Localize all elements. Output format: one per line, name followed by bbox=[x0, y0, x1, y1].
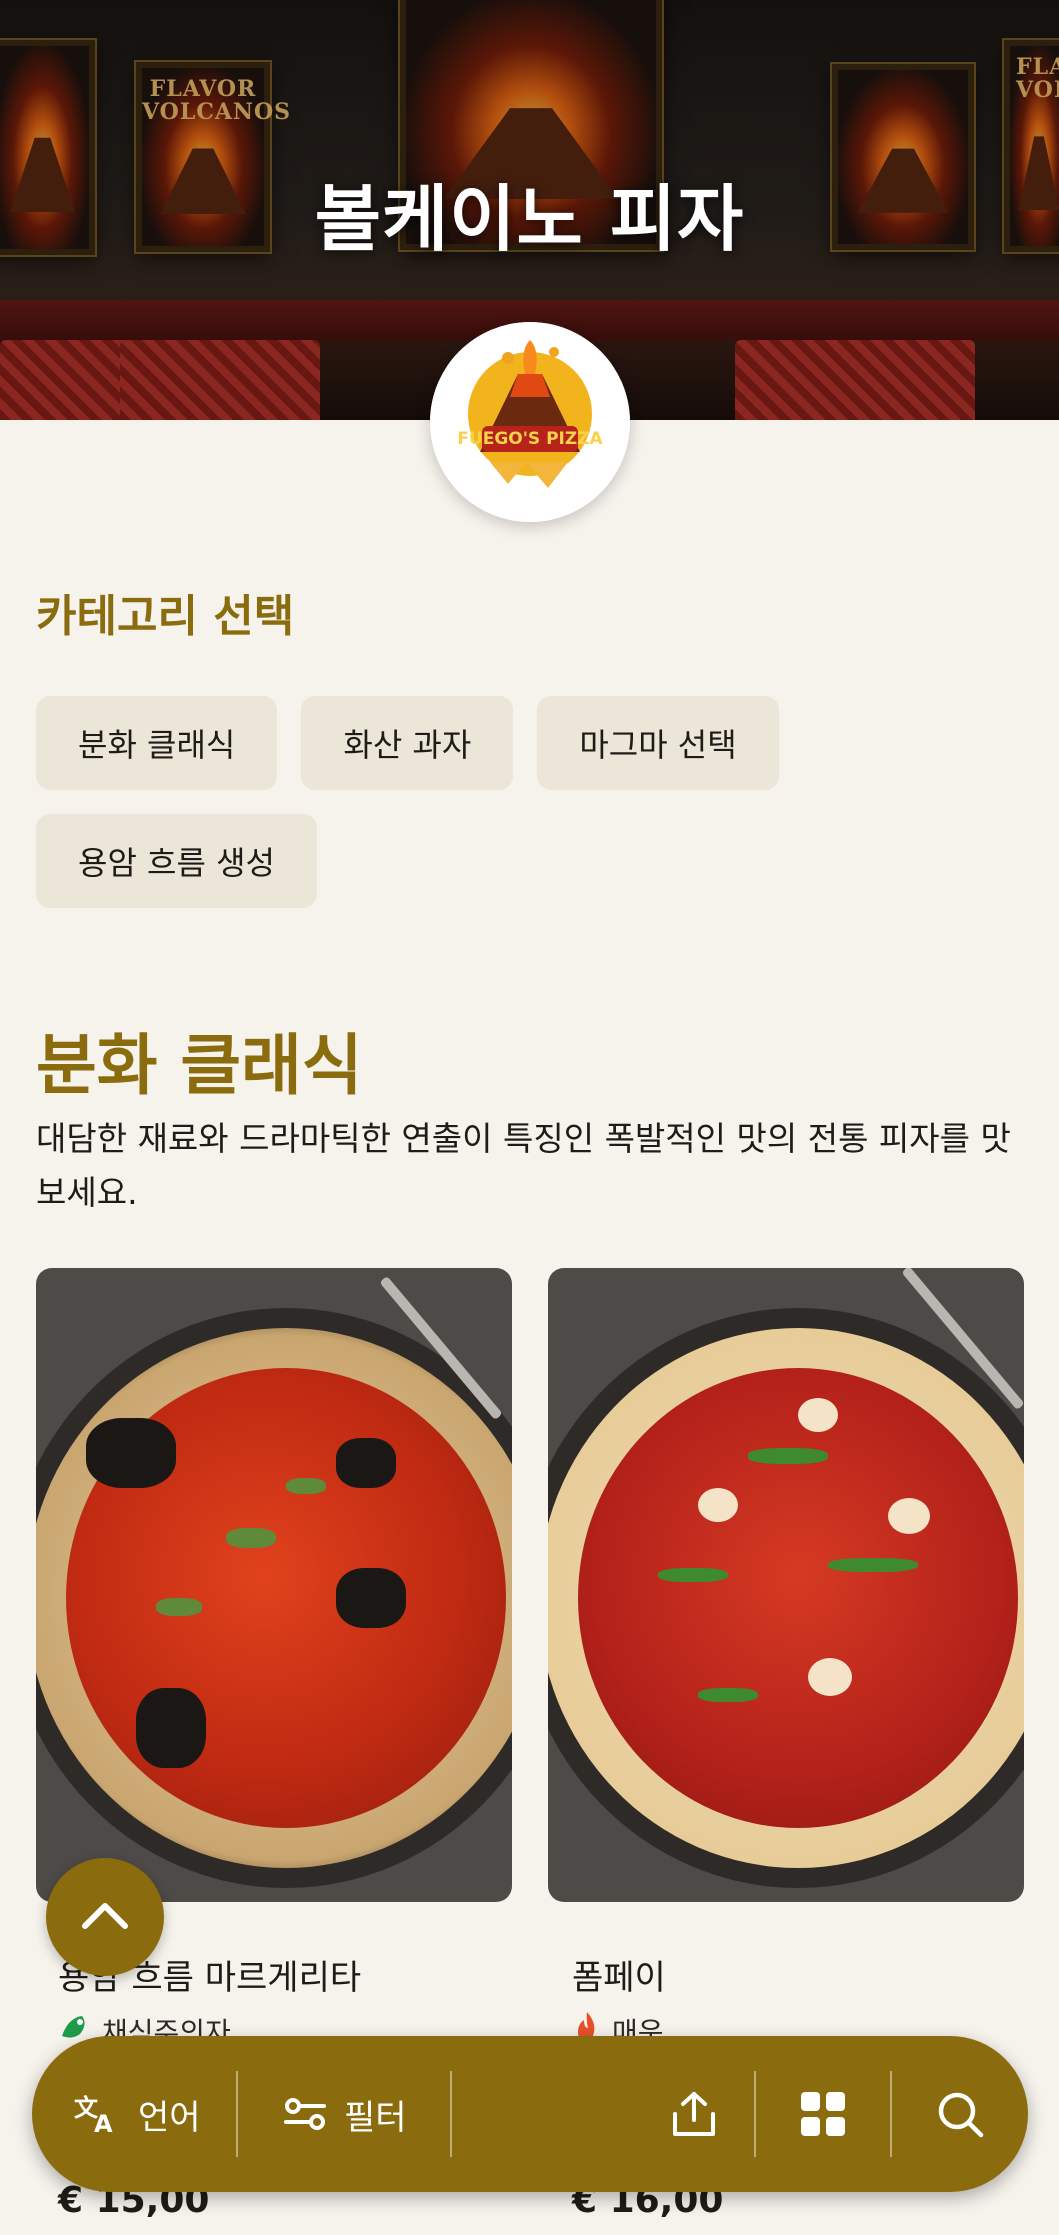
svg-text:A: A bbox=[94, 2110, 113, 2136]
product-image[interactable] bbox=[36, 1268, 512, 1902]
grid-view-button[interactable] bbox=[756, 2036, 890, 2192]
language-button[interactable]: 文 A 언어 bbox=[32, 2036, 236, 2192]
share-icon bbox=[671, 2090, 717, 2138]
search-icon bbox=[936, 2090, 984, 2138]
restaurant-title: 볼케이노 피자 bbox=[314, 177, 745, 261]
filter-icon bbox=[284, 2097, 326, 2131]
section-title: 분화 클래식 bbox=[36, 1027, 363, 1104]
category-chip[interactable]: 마그마 선택 bbox=[537, 696, 779, 790]
product-image[interactable] bbox=[548, 1268, 1024, 1902]
share-button[interactable] bbox=[634, 2036, 754, 2192]
category-chip[interactable]: 분화 클래식 bbox=[36, 696, 278, 790]
translate-icon: 文 A bbox=[72, 2092, 120, 2136]
chevron-up-icon bbox=[81, 1900, 129, 1934]
language-label: 언어 bbox=[138, 2097, 201, 2138]
grid-icon bbox=[799, 2090, 847, 2138]
section-description: 대담한 재료와 드라마틱한 연출이 특징인 폭발적인 맛의 전통 피자를 맛보세… bbox=[36, 1119, 1011, 1212]
category-section-title: 카테고리 선택 bbox=[36, 591, 295, 642]
svg-text:FUEGO'S PIZZA: FUEGO'S PIZZA bbox=[457, 429, 603, 449]
divider bbox=[450, 2071, 452, 2157]
scroll-to-top-button[interactable] bbox=[46, 1858, 164, 1976]
bottom-action-bar: 文 A 언어 필터 bbox=[32, 2036, 1028, 2192]
category-chip[interactable]: 화산 과자 bbox=[301, 696, 514, 790]
category-chip[interactable]: 용암 흐름 생성 bbox=[36, 814, 317, 908]
product-name[interactable]: 폼페이 bbox=[572, 1950, 666, 1999]
restaurant-logo: FUEGO'S PIZZA bbox=[430, 322, 630, 522]
filter-label: 필터 bbox=[344, 2097, 407, 2138]
search-button[interactable] bbox=[892, 2036, 1028, 2192]
category-chip-list: 분화 클래식 화산 과자 마그마 선택 용암 흐름 생성 bbox=[36, 696, 1026, 908]
filter-button[interactable]: 필터 bbox=[238, 2036, 450, 2192]
